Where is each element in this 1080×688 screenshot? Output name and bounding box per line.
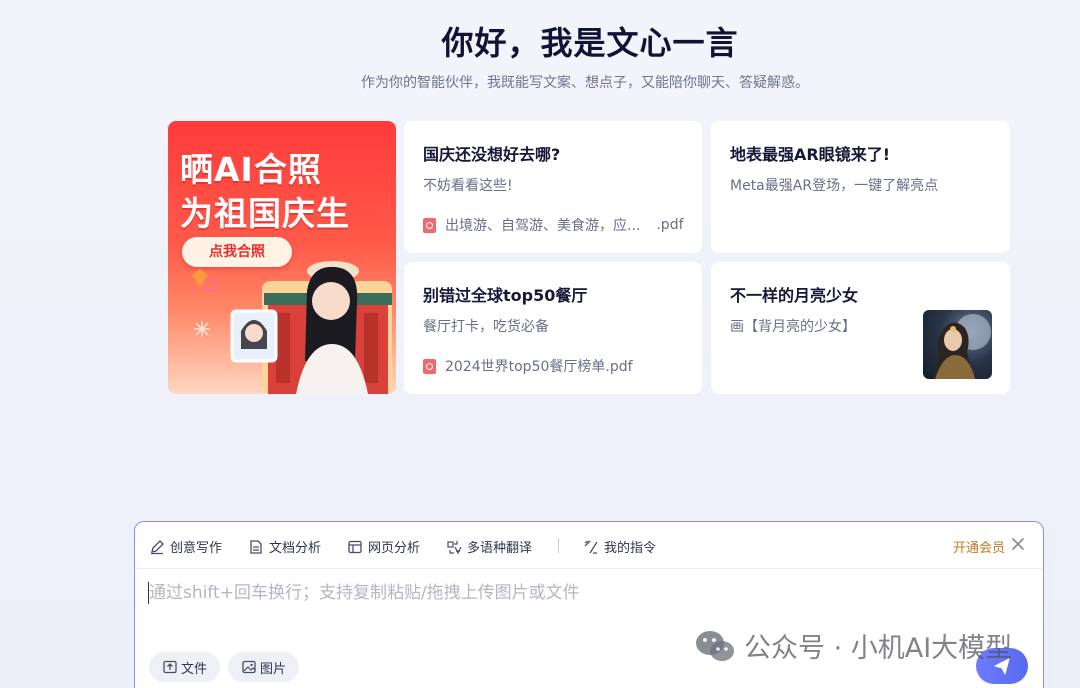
card-file-link[interactable]: 2024世界top50餐厅榜单.pdf xyxy=(423,356,633,376)
banner-illustration xyxy=(192,261,392,394)
pdf-icon xyxy=(423,358,436,374)
command-icon xyxy=(584,539,598,554)
tool-label: 文档分析 xyxy=(269,541,322,556)
upload-file-button[interactable]: 文件 xyxy=(149,652,221,682)
tool-my-commands[interactable]: 我的指令 xyxy=(583,537,656,556)
pen-icon xyxy=(151,539,164,554)
input-toolbar: 创意写作 文档分析 网页分析 多语种翻译 我的指令 开通会员 xyxy=(135,522,1043,569)
toolbar-divider xyxy=(558,538,559,553)
banner-headline-1: 晒AI合照 xyxy=(180,150,322,189)
card-title: 地表最强AR眼镜来了! xyxy=(730,145,891,164)
tool-webpage-analysis[interactable]: 网页分析 xyxy=(347,537,420,556)
file-name: 出境游、自驾游、美食游，应... xyxy=(445,218,641,234)
card-file-link[interactable]: 出境游、自驾游、美食游，应... .pdf xyxy=(423,215,684,235)
send-button[interactable] xyxy=(976,648,1028,684)
card-title: 别错过全球top50餐厅 xyxy=(423,286,588,305)
greeting-title: 你好，我是文心一言 xyxy=(441,24,739,62)
pdf-icon xyxy=(423,217,436,233)
greeting-subtitle: 作为你的智能伙伴，我既能写文案、想点子，又能陪你聊天、答疑解惑。 xyxy=(361,75,809,91)
close-icon[interactable] xyxy=(1011,536,1025,552)
card-title: 不一样的月亮少女 xyxy=(730,286,859,305)
upload-file-label: 文件 xyxy=(181,661,208,677)
chat-input-panel: 创意写作 文档分析 网页分析 多语种翻译 我的指令 开通会员 通过shift+回… xyxy=(134,521,1044,688)
tool-label: 多语种翻译 xyxy=(467,541,533,556)
image-icon xyxy=(242,660,256,674)
card-description: 餐厅打卡，吃货必备 xyxy=(423,319,549,335)
webpage-icon xyxy=(348,540,362,553)
tool-creative-writing[interactable]: 创意写作 xyxy=(149,537,222,556)
file-name: 2024世界top50餐厅榜单.pdf xyxy=(445,359,633,375)
send-icon xyxy=(994,658,1010,675)
document-icon xyxy=(250,539,262,554)
prompt-input[interactable] xyxy=(149,580,1029,606)
card-description: Meta最强AR登场，一键了解亮点 xyxy=(730,178,939,194)
card-description: 画【背月亮的少女】 xyxy=(730,319,856,335)
card-national-day-travel[interactable]: 国庆还没想好去哪? 不妨看看这些! 出境游、自驾游、美食游，应... .pdf xyxy=(404,121,702,253)
tool-label: 创意写作 xyxy=(170,541,223,556)
upload-file-icon xyxy=(163,660,177,674)
translate-icon xyxy=(447,540,462,554)
card-top50-restaurants[interactable]: 别错过全球top50餐厅 餐厅打卡，吃货必备 2024世界top50餐厅榜单.p… xyxy=(404,262,702,394)
tool-label: 我的指令 xyxy=(604,541,657,556)
moon-girl-thumbnail xyxy=(923,310,992,379)
banner-headline-2: 为祖国庆生 xyxy=(180,194,350,233)
tool-translation[interactable]: 多语种翻译 xyxy=(446,537,532,556)
open-vip-link[interactable]: 开通会员 xyxy=(953,537,1005,556)
page: 你好，我是文心一言 作为你的智能伙伴，我既能写文案、想点子，又能陪你聊天、答疑解… xyxy=(0,0,1080,688)
file-extension: .pdf xyxy=(656,217,684,233)
ai-photo-banner[interactable]: 晒AI合照 为祖国庆生 点我合照 xyxy=(168,121,396,394)
tool-label: 网页分析 xyxy=(368,541,421,556)
card-description: 不妨看看这些! xyxy=(423,178,513,194)
tool-document-analysis[interactable]: 文档分析 xyxy=(248,537,321,556)
upload-image-label: 图片 xyxy=(260,661,287,677)
card-moon-girl[interactable]: 不一样的月亮少女 画【背月亮的少女】 xyxy=(711,262,1010,394)
card-ar-glasses[interactable]: 地表最强AR眼镜来了! Meta最强AR登场，一键了解亮点 xyxy=(711,121,1010,253)
card-title: 国庆还没想好去哪? xyxy=(423,145,561,164)
upload-image-button[interactable]: 图片 xyxy=(228,652,300,682)
